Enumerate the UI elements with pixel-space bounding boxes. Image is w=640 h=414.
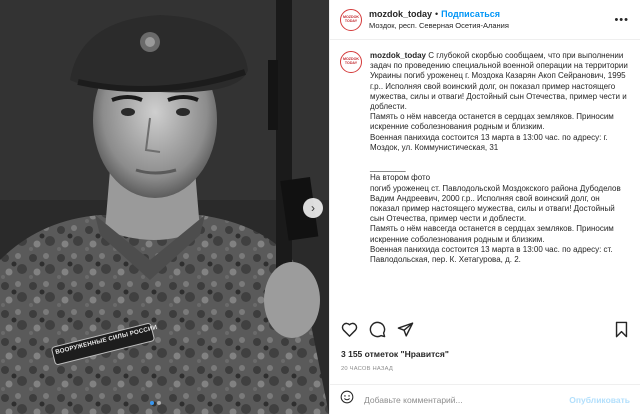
chevron-right-icon: ›: [311, 201, 315, 215]
avatar-logo-text: MOZDOK TODAY: [343, 14, 359, 23]
post-photo[interactable]: ВООРУЖЕННЫЕ СИЛЫ РОССИИ ›: [0, 0, 329, 414]
follow-button[interactable]: Подписаться: [441, 9, 500, 19]
location-link[interactable]: Моздок, респ. Северная Осетия-Алания: [369, 20, 509, 32]
bookmark-icon[interactable]: [612, 320, 630, 338]
avatar-logo-text: MOZDOK TODAY: [343, 57, 359, 65]
avatar[interactable]: MOZDOK TODAY: [340, 8, 362, 31]
carousel-dots: [150, 401, 161, 405]
emoji-icon[interactable]: [340, 390, 354, 409]
post-timestamp[interactable]: 20 ЧАСОВ НАЗАД: [341, 366, 393, 372]
heart-icon[interactable]: [340, 320, 358, 338]
comment-icon[interactable]: [368, 320, 386, 338]
caption-body: С глубокой скорбью сообщаем, что при вып…: [370, 51, 628, 265]
publish-button[interactable]: Опубликовать: [569, 395, 630, 405]
separator-dot: •: [435, 8, 439, 19]
caption-avatar[interactable]: MOZDOK TODAY: [340, 51, 362, 73]
username-link[interactable]: mozdok_today: [369, 9, 432, 19]
post-header-text: mozdok_today • Подписаться Моздок, респ. С…: [369, 8, 509, 32]
comment-row: Опубликовать: [330, 384, 640, 414]
post-header: MOZDOK TODAY mozdok_today • Подписаться Мо…: [330, 0, 640, 40]
comment-input[interactable]: [364, 394, 570, 405]
likes-count[interactable]: 3 155 отметок "Нравится": [341, 349, 449, 359]
caption-username[interactable]: mozdok_today: [370, 51, 426, 60]
caption-area: MOZDOK TODAY mozdok_today С глубокой ско…: [330, 41, 640, 311]
post-header-top: mozdok_today • Подписаться: [369, 8, 509, 20]
more-icon[interactable]: •••: [614, 14, 629, 26]
soldier-photo-image: [0, 0, 329, 414]
share-icon[interactable]: [396, 320, 414, 338]
carousel-next-button[interactable]: ›: [303, 198, 323, 218]
post-side-panel: MOZDOK TODAY mozdok_today • Подписаться Мо…: [329, 0, 640, 414]
caption-text: mozdok_today С глубокой скорбью сообщаем…: [370, 51, 630, 265]
action-bar: [340, 318, 630, 340]
carousel-dot: [150, 401, 154, 405]
carousel-dot: [157, 401, 161, 405]
instagram-post: ВООРУЖЕННЫЕ СИЛЫ РОССИИ › MOZDOK TODAY m…: [0, 0, 640, 414]
